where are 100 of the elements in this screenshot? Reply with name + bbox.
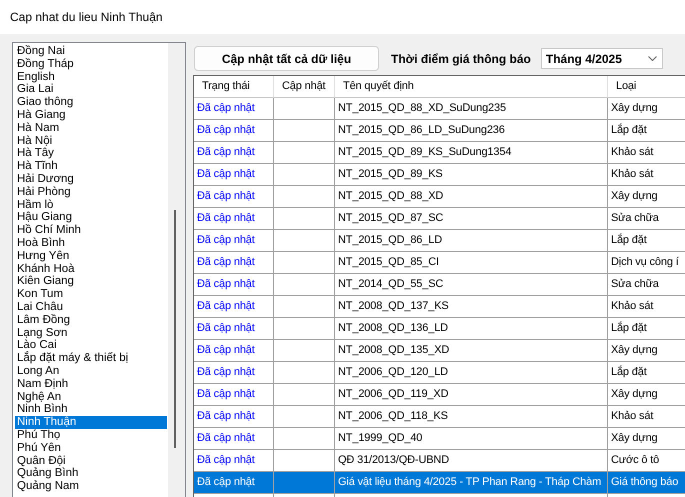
- status-cell: Đã cập nhật: [194, 98, 274, 120]
- status-cell: Đã cập nhật: [194, 230, 274, 252]
- status-cell: Đã cập nhật: [194, 296, 274, 318]
- list-item[interactable]: Hồ Chí Minh: [15, 224, 167, 237]
- list-item[interactable]: Lào Cai: [15, 339, 167, 352]
- list-item[interactable]: Nam Định: [15, 378, 167, 391]
- list-item[interactable]: Ninh Bình: [15, 403, 167, 416]
- list-item[interactable]: Hà Nội: [15, 134, 167, 148]
- type-cell: Xây dựng: [608, 186, 685, 208]
- decision-name-cell: NT_2006_QD_120_LD: [335, 362, 608, 384]
- status-cell: Đã cập nhật: [194, 406, 274, 428]
- list-item[interactable]: Lâm Đồng: [15, 314, 167, 327]
- list-item[interactable]: English: [15, 70, 167, 84]
- list-item[interactable]: Hoà Bình: [15, 236, 167, 250]
- column-header[interactable]: Cập nhật: [274, 76, 335, 98]
- decision-name-cell: NT_2015_QD_89_KS: [335, 164, 608, 186]
- type-cell: Khảo sát: [608, 296, 685, 318]
- list-item[interactable]: Kiên Giang: [15, 275, 167, 288]
- column-header[interactable]: Loại: [608, 76, 685, 98]
- list-item[interactable]: Khánh Hoà: [15, 262, 167, 276]
- empty-cell: [274, 208, 335, 230]
- list-item[interactable]: Gia Lai: [15, 83, 167, 96]
- empty-cell: [274, 186, 335, 208]
- list-item[interactable]: Quảng Bình: [15, 467, 167, 480]
- decision-name-cell: NT_2014_QD_55_SC: [335, 274, 608, 296]
- decision-name-cell: Giá vật liệu tháng 4/2025 - TP Phan Rang - Tháp Chàm: [335, 472, 608, 494]
- type-cell: Xây dựng: [608, 340, 685, 362]
- empty-cell: [274, 384, 335, 406]
- list-item[interactable]: Hà Giang: [15, 108, 167, 122]
- scrollbar[interactable]: [168, 43, 185, 497]
- decision-name-cell: NT_2015_QD_86_LD: [335, 230, 608, 252]
- type-cell: Khảo sát: [608, 142, 685, 164]
- status-cell: Đã cập nhật: [194, 362, 274, 384]
- list-item[interactable]: Long An: [15, 364, 167, 378]
- type-cell: Dịch vụ công í: [608, 252, 685, 274]
- status-cell: Đã cập nhật: [194, 208, 274, 230]
- type-cell: Sửa chữa: [608, 274, 685, 296]
- type-cell: Lắp đặt: [608, 120, 685, 142]
- status-cell: Đã cập nhật: [194, 384, 274, 406]
- list-item[interactable]: Giao thông: [15, 96, 167, 109]
- list-item[interactable]: Kon Tum: [15, 288, 167, 301]
- decision-name-cell: NT_2015_QD_88_XD: [335, 186, 608, 208]
- empty-cell: [274, 230, 335, 252]
- list-item[interactable]: Hà Tây: [15, 147, 167, 160]
- type-cell: Xây dựng: [608, 98, 685, 120]
- empty-cell: [274, 362, 335, 384]
- empty-cell: [274, 142, 335, 164]
- list-item[interactable]: Nghệ An: [15, 390, 167, 404]
- status-cell: Đã cập nhật: [194, 186, 274, 208]
- empty-cell: [274, 252, 335, 274]
- type-cell: Xây dựng: [608, 428, 685, 450]
- window-title: Cap nhat du lieu Ninh Thuận: [10, 10, 163, 24]
- decision-name-cell: NT_2006_QD_119_XD: [335, 384, 608, 406]
- list-item[interactable]: Hải Dương: [15, 172, 167, 186]
- period-label: Thời điểm giá thông báo: [391, 52, 531, 66]
- type-cell: Khảo sát: [608, 406, 685, 428]
- type-cell: Sửa chữa: [608, 208, 685, 230]
- list-item[interactable]: Hà Tĩnh: [15, 160, 167, 173]
- update-all-button[interactable]: Cập nhật tất cả dữ liệu: [194, 46, 379, 71]
- status-cell: Đã cập nhật: [194, 318, 274, 340]
- decision-name-cell: NT_2008_QD_136_LD: [335, 318, 608, 340]
- period-select[interactable]: Tháng 4/2025: [540, 48, 663, 69]
- type-cell: Khảo sát: [608, 164, 685, 186]
- decision-name-cell: NT_2015_QD_88_XD_SuDung235: [335, 98, 608, 120]
- status-cell: Đã cập nhật: [194, 472, 274, 494]
- empty-cell: [274, 296, 335, 318]
- column-header[interactable]: Trạng thái: [194, 76, 274, 98]
- list-item[interactable]: Lai Châu: [15, 300, 167, 314]
- empty-cell: [274, 428, 335, 450]
- list-item[interactable]: Ninh Thuận: [15, 416, 167, 429]
- decision-name-cell: NT_2015_QD_86_LD_SuDung236: [335, 120, 608, 142]
- list-item[interactable]: Hưng Yên: [15, 250, 167, 263]
- list-item[interactable]: Lắp đặt máy & thiết bị: [15, 352, 167, 365]
- list-item[interactable]: Quân Đội: [15, 454, 167, 468]
- decision-name-cell: NT_2015_QD_89_KS_SuDung1354: [335, 142, 608, 164]
- type-cell: Lắp đặt: [608, 318, 685, 340]
- list-item[interactable]: Quảng Nam: [15, 480, 167, 493]
- list-item[interactable]: Hậu Giang: [15, 211, 167, 224]
- chevron-down-icon: [648, 56, 657, 61]
- empty-cell: [274, 406, 335, 428]
- list-item[interactable]: Lạng Sơn: [15, 326, 167, 340]
- list-item[interactable]: Phú Thọ: [15, 428, 167, 442]
- list-item[interactable]: Hải Phòng: [15, 186, 167, 199]
- list-item[interactable]: Đồng Tháp: [15, 58, 167, 71]
- list-item[interactable]: Hầm lò: [15, 198, 167, 212]
- decision-name-cell: NT_2008_QD_135_XD: [335, 340, 608, 362]
- status-cell: Đã cập nhật: [194, 274, 274, 296]
- empty-cell: [274, 98, 335, 120]
- empty-cell: [274, 318, 335, 340]
- column-header[interactable]: Tên quyết định: [335, 76, 608, 98]
- status-cell: Đã cập nhật: [194, 340, 274, 362]
- status-cell: Đã cập nhật: [194, 164, 274, 186]
- scrollbar-thumb[interactable]: [174, 210, 176, 448]
- decision-name-cell: NT_2006_QD_118_KS: [335, 406, 608, 428]
- decision-name-cell: NT_1999_QD_40: [335, 428, 608, 450]
- list-item[interactable]: Hà Nam: [15, 122, 167, 135]
- decision-name-cell: NT_2015_QD_87_SC: [335, 208, 608, 230]
- list-item[interactable]: Phú Yên: [15, 442, 167, 454]
- list-item[interactable]: Đồng Nai: [15, 45, 167, 58]
- type-cell: Xây dựng: [608, 384, 685, 406]
